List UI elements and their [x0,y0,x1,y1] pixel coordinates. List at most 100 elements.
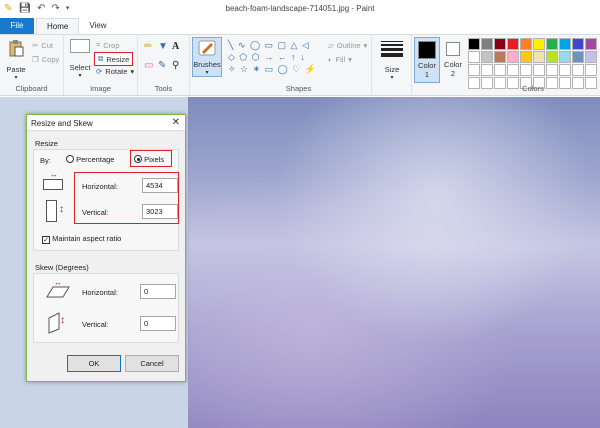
fill-button[interactable]: ◐ Fill ▾ [328,55,352,64]
palette-swatch[interactable] [481,51,493,63]
palette-swatch[interactable] [533,38,545,50]
eraser-icon[interactable]: ▭ [144,60,158,71]
vertical-input[interactable]: 3023 [142,204,178,219]
crop-button[interactable]: ⌗ Crop [96,40,120,50]
image-canvas[interactable] [188,97,600,428]
palette-swatch[interactable] [468,38,480,50]
pixels-radio-circle [134,155,142,163]
rotate-icon: ⟳ [96,67,103,76]
horizontal-input[interactable]: 4534 [142,178,178,193]
palette-swatch[interactable] [520,38,532,50]
resize-heading: Resize [35,139,58,148]
skew-heading: Skew (Degrees) [35,263,89,272]
palette-swatch[interactable] [572,51,584,63]
palette-swatch[interactable] [507,64,519,76]
select-button[interactable]: Select ▾ [68,39,92,79]
skew-vertical-label: Vertical: [82,320,109,329]
palette-swatch[interactable] [585,51,597,63]
palette-swatch[interactable] [559,38,571,50]
maintain-aspect-checkbox[interactable]: ✓ Maintain aspect ratio [42,234,121,244]
color2-button[interactable]: Color 2 [441,37,465,83]
palette-swatch[interactable] [481,64,493,76]
brushes-button[interactable]: Brushes ▾ [192,37,222,77]
cut-button[interactable]: ✂ Cut [32,41,53,50]
chevron-down-icon: ▾ [348,55,352,64]
chevron-down-icon: ▾ [130,67,135,76]
palette-swatch[interactable] [468,64,480,76]
outline-button[interactable]: ▱ Outline ▾ [328,41,367,50]
copy-button[interactable]: ❐ Copy [32,55,59,64]
palette-swatch[interactable] [546,64,558,76]
crop-icon: ⌗ [96,40,101,49]
window-title: beach-foam-landscape-714051.jpg - Paint [225,4,375,13]
chevron-down-icon: ▾ [78,73,82,79]
palette-swatch[interactable] [546,38,558,50]
palette-swatch[interactable] [507,51,519,63]
palette-swatch[interactable] [520,51,532,63]
brush-icon [198,40,216,56]
color2-swatch [446,42,460,56]
palette-swatch[interactable] [559,64,571,76]
palette-row [468,64,598,76]
fill-icon: ◐ [328,55,333,64]
paste-button[interactable]: Paste ▾ [4,39,28,81]
palette-swatch[interactable] [494,51,506,63]
palette-swatch[interactable] [507,38,519,50]
palette-swatch[interactable] [546,51,558,63]
magnifier-icon[interactable]: ⚲ [172,60,186,71]
by-label: By: [40,156,51,165]
checkmark-icon: ✓ [42,236,50,244]
color-picker-icon[interactable]: ✎ [158,60,172,71]
image-group: Select ▾ ⌗ Crop ⧉ Resize ⟳ Rotate ▾ Image [64,35,138,95]
copy-icon: ❐ [32,55,39,64]
palette-swatch[interactable] [585,64,597,76]
horizontal-skew-icon: ↔ [46,279,70,300]
palette-swatch[interactable] [572,38,584,50]
pixels-radio[interactable]: Pixels [134,155,164,164]
palette-swatch[interactable] [585,38,597,50]
palette-swatch[interactable] [481,38,493,50]
vertical-resize-icon: ↕ [46,200,68,224]
percentage-radio[interactable]: Percentage [66,155,114,164]
active-colors: Color 1 Color 2 [412,35,466,95]
close-icon[interactable]: ✕ [172,117,180,128]
line-size-icon [381,41,403,57]
fill-icon[interactable]: ▼ [158,41,172,52]
clipboard-group: Paste ▾ ✂ Cut ❐ Copy Clipboard [0,35,64,95]
tab-home[interactable]: Home [36,18,80,34]
chevron-down-icon: ▾ [205,70,209,76]
palette-swatch[interactable] [533,51,545,63]
skew-vertical-input[interactable]: 0 [140,316,176,331]
palette-swatch[interactable] [572,64,584,76]
text-icon[interactable]: A [172,41,186,52]
horizontal-resize-icon: ↔ [43,171,65,190]
palette-swatch[interactable] [468,51,480,63]
palette-swatch[interactable] [533,64,545,76]
ok-button[interactable]: OK [67,355,121,372]
tools-group-label: Tools [154,84,173,93]
palette-row [468,38,598,50]
dialog-title-bar: Resize and Skew ✕ [27,115,185,131]
color-palette [468,38,598,90]
resize-button[interactable]: ⧉ Resize [94,52,134,66]
resize-panel: By: Percentage Pixels ↔ ↕ Horizontal: 45… [33,149,179,251]
palette-swatch[interactable] [520,64,532,76]
shapes-gallery[interactable]: ╲ ∿ ◯ ▭ ▢ △ ◁ ◇ ⬠ ⬡ → ← ↑ ↓ ✧ ☆ ✶ ▭ ◯ ♡ … [228,39,324,79]
vertical-label: Vertical: [82,208,109,217]
palette-swatch[interactable] [559,51,571,63]
color1-button[interactable]: Color 1 [414,37,440,83]
title-bar: ✎ 💾︎ ↶ ↷ ▾ beach-foam-landscape-714051.j… [0,0,600,18]
skew-horizontal-input[interactable]: 0 [140,284,176,299]
palette-swatch[interactable] [494,38,506,50]
resize-skew-dialog: Resize and Skew ✕ Resize By: Percentage … [26,114,186,382]
cancel-button[interactable]: Cancel [125,355,179,372]
palette-swatch[interactable] [494,64,506,76]
percentage-radio-circle [66,155,74,163]
rotate-button[interactable]: ⟳ Rotate ▾ [96,67,134,76]
pencil-icon[interactable]: ✏ [144,41,158,52]
tab-view[interactable]: View [79,18,116,34]
tab-file[interactable]: File [0,18,34,34]
shape-row: ✧ ☆ ✶ ▭ ◯ ♡ ⚡ [228,64,318,74]
size-button[interactable]: Size ▾ [378,39,406,81]
size-group: Size ▾ [372,35,412,95]
